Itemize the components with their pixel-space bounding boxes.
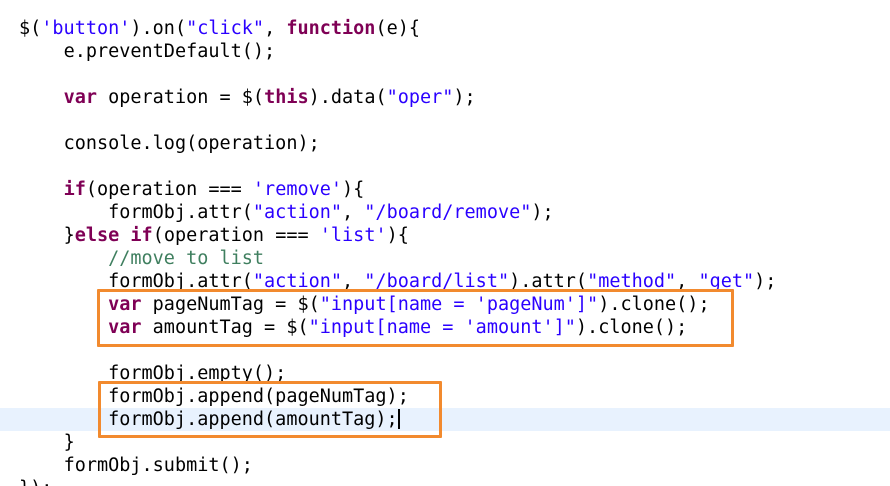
highlight-box-clone-tags bbox=[97, 289, 734, 347]
code-line[interactable]: e.preventDefault(); bbox=[0, 40, 890, 63]
code-text: e.preventDefault(); bbox=[63, 41, 276, 62]
code-line[interactable] bbox=[0, 109, 890, 132]
code-keyword: if bbox=[63, 179, 86, 200]
code-string: 'button' bbox=[41, 18, 131, 39]
code-text: ); bbox=[453, 87, 476, 108]
code-text: ){ bbox=[342, 179, 365, 200]
code-text: ); bbox=[531, 202, 554, 223]
code-text: operation = $( bbox=[96, 87, 265, 108]
code-string: "action" bbox=[252, 202, 343, 223]
code-text: ).on( bbox=[130, 18, 187, 39]
code-text: , bbox=[342, 202, 365, 223]
code-keyword: if bbox=[130, 225, 153, 246]
code-keyword: else bbox=[74, 225, 120, 246]
code-text: (operation === bbox=[85, 179, 253, 200]
code-comment: //move to list bbox=[108, 248, 265, 269]
code-line[interactable]: formObj.submit(); bbox=[0, 454, 890, 477]
code-line[interactable] bbox=[0, 63, 890, 86]
code-editor[interactable]: $('button').on("click", function(e){ e.p… bbox=[0, 0, 890, 486]
code-text: formObj.submit(); bbox=[63, 455, 253, 476]
code-string: "click" bbox=[186, 18, 265, 39]
code-line[interactable]: formObj.attr("action", "/board/remove"); bbox=[0, 201, 890, 224]
code-keyword: var bbox=[63, 87, 97, 108]
code-line[interactable]: var operation = $(this).data("oper"); bbox=[0, 86, 890, 109]
code-line[interactable]: if(operation === 'remove'){ bbox=[0, 178, 890, 201]
code-string: 'remove' bbox=[252, 179, 343, 200]
code-text: } bbox=[63, 432, 75, 453]
code-text: } bbox=[63, 225, 75, 246]
code-line[interactable]: $('button').on("click", function(e){ bbox=[0, 17, 890, 40]
code-line[interactable]: }else if(operation === 'list'){ bbox=[0, 224, 890, 247]
code-text: (e){ bbox=[375, 18, 421, 39]
code-string: 'list' bbox=[319, 225, 387, 246]
code-text: ).data( bbox=[308, 87, 387, 108]
code-string: "oper" bbox=[386, 87, 454, 108]
code-line[interactable]: console.log(operation); bbox=[0, 132, 890, 155]
code-text: }); bbox=[19, 478, 52, 486]
code-text: (operation === bbox=[152, 225, 320, 246]
code-string: "/board/remove" bbox=[364, 202, 532, 223]
code-text: ){ bbox=[386, 225, 409, 246]
code-line[interactable]: //move to list bbox=[0, 247, 890, 270]
code-line[interactable] bbox=[0, 155, 890, 178]
code-text: ); bbox=[754, 271, 777, 292]
code-keyword: function bbox=[286, 18, 376, 39]
code-text: console.log(operation); bbox=[63, 133, 320, 154]
code-line[interactable]: }); bbox=[0, 477, 890, 486]
code-text: formObj.attr( bbox=[108, 202, 253, 223]
code-keyword: this bbox=[264, 87, 309, 108]
highlight-box-append-tags bbox=[98, 381, 442, 438]
code-text: $( bbox=[19, 18, 42, 39]
code-text: , bbox=[264, 18, 287, 39]
